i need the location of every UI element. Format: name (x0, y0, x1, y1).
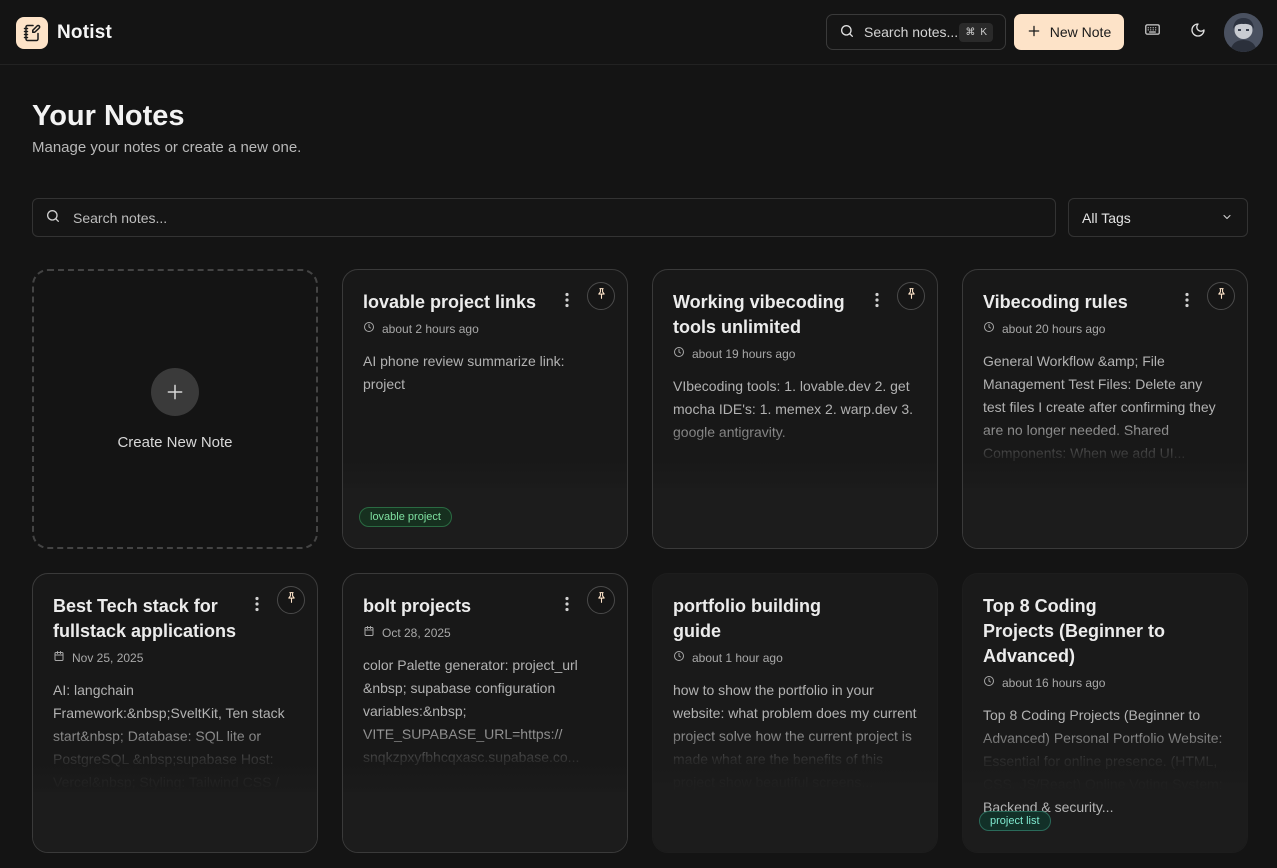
note-options-button[interactable] (559, 596, 575, 616)
clock-icon (673, 346, 685, 361)
calendar-icon (53, 650, 65, 665)
preview-fade (653, 724, 937, 792)
note-title: Top 8 Coding Projects (Beginner to Advan… (983, 596, 1166, 666)
note-timestamp: about 19 hours ago (692, 346, 796, 361)
brand[interactable]: Notist (16, 17, 112, 49)
note-tag-badge[interactable]: lovable project (359, 507, 452, 527)
notebook-pen-icon (16, 17, 48, 49)
header-search-label: Search notes... (864, 24, 959, 40)
note-tag-badge[interactable]: project list (979, 811, 1051, 831)
keyboard-shortcut-badge: ⌘ K (959, 23, 993, 42)
note-timestamp: about 2 hours ago (382, 321, 479, 336)
preview-fade (963, 724, 1247, 792)
note-options-button[interactable] (1179, 292, 1195, 312)
plus-icon (151, 367, 199, 416)
note-card[interactable]: Best Tech stack for fullstack applicatio… (32, 573, 318, 853)
pin-icon (595, 287, 608, 305)
note-options-button[interactable] (559, 292, 575, 312)
card-footer-band (653, 487, 937, 548)
note-meta: about 20 hours ago (983, 321, 1227, 336)
notes-search-field[interactable]: Search notes... (32, 198, 1056, 237)
new-note-button[interactable]: New Note (1014, 14, 1124, 50)
note-card[interactable]: bolt projects Oct 28, 2025 color Palette… (342, 573, 628, 853)
page-subtitle: Manage your notes or create a new one. (32, 139, 302, 156)
preview-fade (343, 724, 627, 792)
note-meta: about 19 hours ago (673, 346, 917, 361)
clock-icon (363, 321, 375, 336)
pin-icon (1215, 287, 1228, 305)
calendar-icon (363, 625, 375, 640)
more-vertical-icon (1185, 292, 1189, 313)
pin-icon (905, 287, 918, 305)
pin-icon (595, 591, 608, 609)
tag-filter-select[interactable]: All Tags (1068, 198, 1248, 237)
note-meta: Oct 28, 2025 (363, 625, 607, 640)
user-avatar[interactable] (1224, 13, 1263, 52)
note-meta: Nov 25, 2025 (53, 650, 297, 665)
note-card[interactable]: Top 8 Coding Projects (Beginner to Advan… (962, 573, 1248, 853)
pin-note-button[interactable] (587, 586, 615, 614)
note-card[interactable]: Working vibecoding tools unlimited about… (652, 269, 938, 549)
pin-note-button[interactable] (897, 282, 925, 310)
card-footer-band (653, 791, 937, 852)
preview-fade (343, 420, 627, 488)
moon-icon (1190, 22, 1206, 43)
note-timestamp: about 1 hour ago (692, 650, 783, 665)
keyboard-icon (1144, 21, 1161, 43)
note-card[interactable]: Vibecoding rules about 20 hours ago Gene… (962, 269, 1248, 549)
header-search-button[interactable]: Search notes... ⌘ K (826, 14, 1006, 50)
note-card[interactable]: portfolio building guide about 1 hour ag… (652, 573, 938, 853)
card-footer-band (963, 487, 1247, 548)
card-footer-band (343, 791, 627, 852)
note-meta: about 2 hours ago (363, 321, 607, 336)
preview-fade (653, 420, 937, 488)
note-title: portfolio building guide (673, 596, 821, 641)
clock-icon (983, 675, 995, 690)
notes-search-input[interactable]: Search notes... (73, 210, 167, 226)
note-timestamp: about 20 hours ago (1002, 321, 1106, 336)
note-options-button[interactable] (249, 596, 265, 616)
theme-toggle-button[interactable] (1182, 16, 1214, 48)
chevron-down-icon (1221, 210, 1233, 226)
card-footer-band (33, 791, 317, 852)
more-vertical-icon (565, 596, 569, 617)
note-preview: AI phone review summarize link: project (363, 353, 565, 392)
search-icon (839, 23, 855, 42)
pin-note-button[interactable] (1207, 282, 1235, 310)
more-vertical-icon (255, 596, 259, 617)
tag-filter-value: All Tags (1082, 209, 1131, 226)
note-timestamp: Nov 25, 2025 (72, 650, 144, 665)
pin-note-button[interactable] (587, 282, 615, 310)
note-meta: about 16 hours ago (983, 675, 1227, 690)
search-icon (45, 208, 61, 227)
page-title: Your Notes (32, 100, 185, 132)
note-options-button[interactable] (869, 292, 885, 312)
preview-fade (963, 420, 1247, 488)
pin-note-button[interactable] (277, 586, 305, 614)
note-timestamp: about 16 hours ago (1002, 675, 1106, 690)
plus-icon (1027, 24, 1041, 41)
pin-icon (285, 591, 298, 609)
keyboard-shortcuts-button[interactable] (1136, 16, 1168, 48)
shortcut-key: K (980, 27, 987, 38)
clock-icon (983, 321, 995, 336)
note-card[interactable]: lovable project links about 2 hours ago … (342, 269, 628, 549)
create-new-note-card[interactable]: Create New Note (32, 269, 318, 549)
new-note-label: New Note (1049, 24, 1112, 40)
more-vertical-icon (875, 292, 879, 313)
create-new-note-label: Create New Note (117, 433, 233, 451)
top-navigation-bar: Notist Search notes... ⌘ K New Note (0, 0, 1277, 65)
note-meta: about 1 hour ago (673, 650, 917, 665)
command-key: ⌘ (965, 27, 976, 38)
more-vertical-icon (565, 292, 569, 313)
clock-icon (673, 650, 685, 665)
preview-fade (33, 724, 317, 792)
app-name: Notist (57, 22, 113, 43)
note-timestamp: Oct 28, 2025 (382, 625, 451, 640)
